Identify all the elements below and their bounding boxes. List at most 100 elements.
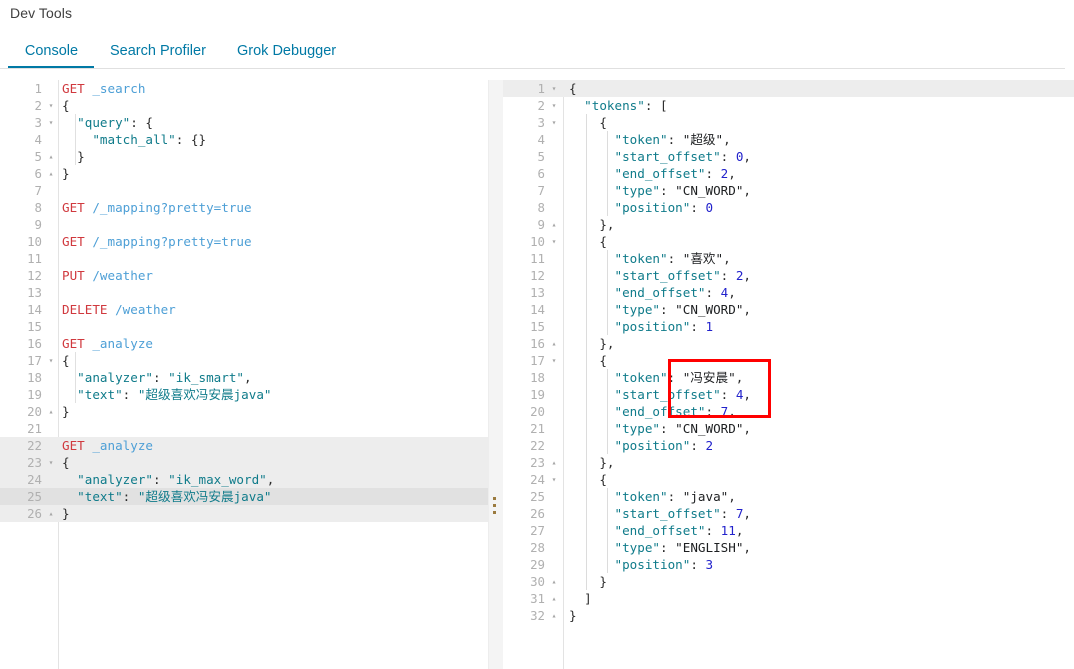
fold-collapse-icon[interactable]: ▾	[549, 352, 559, 369]
code-line[interactable]: 13	[0, 284, 488, 301]
code-token: ,	[266, 472, 275, 487]
code-line[interactable]: 16 GET _analyze	[0, 335, 488, 352]
fold-expand-icon[interactable]: ▴	[549, 607, 559, 624]
code-line[interactable]: 5 "start_offset": 0,	[503, 148, 1074, 165]
fold-collapse-icon[interactable]: ▾	[549, 80, 559, 97]
code-line-text: "type": "CN_WORD",	[569, 182, 752, 199]
code-line[interactable]: 21	[0, 420, 488, 437]
code-line[interactable]: 26 ▴}	[0, 505, 488, 522]
code-line[interactable]: 4 "token": "超级",	[503, 131, 1074, 148]
fold-collapse-icon[interactable]: ▾	[549, 114, 559, 131]
code-line[interactable]: 22 "position": 2	[503, 437, 1074, 454]
code-line[interactable]: 14 "type": "CN_WORD",	[503, 301, 1074, 318]
code-line[interactable]: 15	[0, 318, 488, 335]
code-line[interactable]: 9	[0, 216, 488, 233]
code-line[interactable]: 8 "position": 0	[503, 199, 1074, 216]
code-line[interactable]: 25 "text": "超级喜欢冯安晨java"	[0, 488, 488, 505]
code-line[interactable]: 10 GET /_mapping?pretty=true	[0, 233, 488, 250]
line-number: 9	[537, 217, 545, 232]
code-line[interactable]: 17 ▾ {	[0, 352, 488, 369]
fold-collapse-icon[interactable]: ▾	[549, 471, 559, 488]
code-line[interactable]: 11 "token": "喜欢",	[503, 250, 1074, 267]
code-token: "end_offset"	[614, 404, 706, 419]
response-viewer-code[interactable]: 1 ▾{2 ▾ "tokens": [3 ▾ {4 "token": "超级", 5 "…	[503, 80, 1074, 669]
code-line[interactable]: 19 "text": "超级喜欢冯安晨java"	[0, 386, 488, 403]
code-line[interactable]: 28 "type": "ENGLISH",	[503, 539, 1074, 556]
tab-console[interactable]: Console	[8, 34, 94, 68]
code-line[interactable]: 17 ▾ {	[503, 352, 1074, 369]
fold-collapse-icon[interactable]: ▾	[46, 97, 56, 114]
code-line[interactable]: 18 "token": "冯安晨",	[503, 369, 1074, 386]
code-line[interactable]: 9 ▴ },	[503, 216, 1074, 233]
code-line[interactable]: 16 ▴ },	[503, 335, 1074, 352]
code-line[interactable]: 6 "end_offset": 2,	[503, 165, 1074, 182]
fold-expand-icon[interactable]: ▴	[549, 573, 559, 590]
fold-expand-icon[interactable]: ▴	[46, 148, 56, 165]
code-token: ]	[569, 591, 592, 606]
code-token: :	[153, 370, 169, 385]
code-line[interactable]: 25 "token": "java",	[503, 488, 1074, 505]
pane-splitter[interactable]	[488, 80, 504, 669]
code-line[interactable]: 3 ▾ "query": {	[0, 114, 488, 131]
code-line[interactable]: 30 ▴ }	[503, 573, 1074, 590]
code-line[interactable]: 19 "start_offset": 4,	[503, 386, 1074, 403]
code-line[interactable]: 4 "match_all": {}	[0, 131, 488, 148]
code-line[interactable]: 2 ▾ {	[0, 97, 488, 114]
code-line[interactable]: 20 ▴}	[0, 403, 488, 420]
code-line[interactable]: 1 ▾ {	[503, 80, 1074, 97]
code-line-text: "type": "CN_WORD",	[569, 301, 752, 318]
code-line[interactable]: 15 "position": 1	[503, 318, 1074, 335]
request-editor-code[interactable]: 1 GET _search 2 ▾{3 ▾ "query": {4 "match_all…	[0, 80, 488, 669]
fold-expand-icon[interactable]: ▴	[46, 505, 56, 522]
tab-grok-debugger[interactable]: Grok Debugger	[237, 34, 336, 68]
code-line[interactable]: 12 PUT /weather	[0, 267, 488, 284]
code-line[interactable]: 24 ▾ {	[503, 471, 1074, 488]
fold-expand-icon[interactable]: ▴	[549, 216, 559, 233]
code-line[interactable]: 18 "analyzer": "ik_smart",	[0, 369, 488, 386]
fold-collapse-icon[interactable]: ▾	[46, 454, 56, 471]
code-line[interactable]: 23 ▴ },	[503, 454, 1074, 471]
code-token: "冯安晨"	[682, 370, 736, 385]
code-line[interactable]: 5 ▴ }	[0, 148, 488, 165]
code-line[interactable]: 7 "type": "CN_WORD",	[503, 182, 1074, 199]
tab-search-profiler[interactable]: Search Profiler	[110, 34, 206, 68]
indent-guide	[607, 250, 608, 335]
fold-expand-icon[interactable]: ▴	[549, 454, 559, 471]
code-line[interactable]: 26 "start_offset": 7,	[503, 505, 1074, 522]
code-line[interactable]: 23 ▾ {	[0, 454, 488, 471]
code-line[interactable]: 29 "position": 3	[503, 556, 1074, 573]
response-viewer-pane[interactable]: 1 ▾{2 ▾ "tokens": [3 ▾ {4 "token": "超级", 5 "…	[503, 80, 1074, 669]
pane-splitter-drag-handle[interactable]	[493, 497, 497, 518]
code-line[interactable]: 31 ▴ ]	[503, 590, 1074, 607]
code-line[interactable]: 21 "type": "CN_WORD",	[503, 420, 1074, 437]
fold-collapse-icon[interactable]: ▾	[46, 114, 56, 131]
code-line[interactable]: 7	[0, 182, 488, 199]
request-editor-pane[interactable]: 1 GET _search 2 ▾{3 ▾ "query": {4 "match_all…	[0, 80, 488, 669]
fold-collapse-icon[interactable]: ▾	[549, 233, 559, 250]
code-line[interactable]: 11	[0, 250, 488, 267]
fold-expand-icon[interactable]: ▴	[549, 590, 559, 607]
code-line[interactable]: 10 ▾ {	[503, 233, 1074, 250]
code-token: ,	[743, 506, 752, 521]
code-line-text: GET _analyze	[62, 437, 153, 454]
fold-collapse-icon[interactable]: ▾	[549, 97, 559, 114]
code-token: "CN_WORD"	[675, 421, 744, 436]
code-line[interactable]: 27 "end_offset": 11,	[503, 522, 1074, 539]
code-line[interactable]: 22 GET _analyze	[0, 437, 488, 454]
code-line[interactable]: 2 ▾ "tokens": [	[503, 97, 1074, 114]
fold-expand-icon[interactable]: ▴	[549, 335, 559, 352]
code-line[interactable]: 1 GET _search	[0, 80, 488, 97]
code-line[interactable]: 6 ▴}	[0, 165, 488, 182]
code-line[interactable]: 8 GET /_mapping?pretty=true	[0, 199, 488, 216]
code-line[interactable]: 12 "start_offset": 2,	[503, 267, 1074, 284]
code-line[interactable]: 24 "analyzer": "ik_max_word",	[0, 471, 488, 488]
fold-expand-icon[interactable]: ▴	[46, 165, 56, 182]
fold-expand-icon[interactable]: ▴	[46, 403, 56, 420]
fold-collapse-icon[interactable]: ▾	[46, 352, 56, 369]
code-line[interactable]: 32 ▴}	[503, 607, 1074, 624]
code-line[interactable]: 20 "end_offset": 7,	[503, 403, 1074, 420]
code-line[interactable]: 3 ▾ {	[503, 114, 1074, 131]
code-token: "analyzer"	[77, 472, 153, 487]
code-line[interactable]: 14 DELETE /weather	[0, 301, 488, 318]
code-line[interactable]: 13 "end_offset": 4,	[503, 284, 1074, 301]
